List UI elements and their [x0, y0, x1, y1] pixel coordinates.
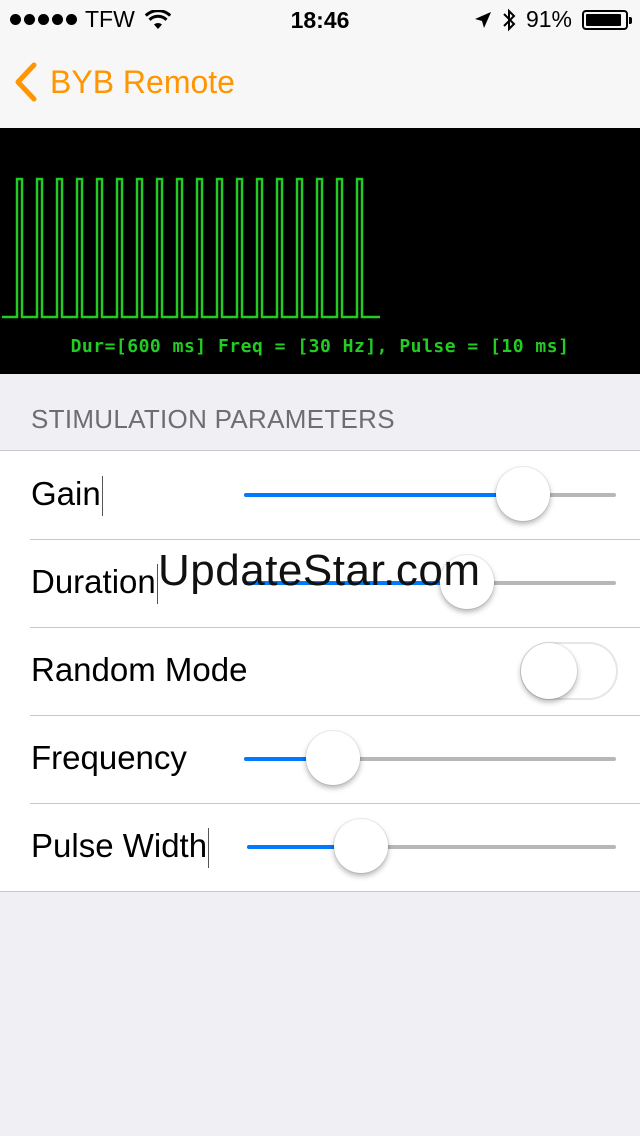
slider-thumb[interactable]: [306, 731, 361, 785]
frequency-slider[interactable]: [244, 731, 616, 787]
text-cursor: [156, 564, 158, 605]
battery-icon: [582, 9, 632, 30]
row-random-mode: Random Mode: [0, 627, 640, 715]
parameters-table: Gain Duration Random Mode Frequency Puls…: [0, 450, 640, 892]
row-frequency: Frequency: [0, 715, 640, 803]
back-button-label: BYB Remote: [50, 63, 235, 100]
slider-thumb[interactable]: [496, 467, 550, 521]
pulse-train-plot: [2, 177, 380, 319]
bluetooth-icon: [503, 8, 516, 31]
battery-fill: [586, 13, 621, 26]
navigation-bar: BYB Remote: [0, 40, 640, 128]
slider-fill: [244, 581, 468, 585]
section-header: STIMULATION PARAMETERS: [31, 404, 395, 434]
frequency-label: Frequency: [31, 739, 187, 776]
slider-fill: [244, 493, 523, 497]
stimulation-preview: Dur=[600 ms] Freq = [30 Hz], Pulse = [10…: [0, 128, 640, 374]
location-arrow-icon: [474, 11, 491, 28]
duration-label: Duration: [31, 563, 158, 605]
row-pulse-width: Pulse Width: [0, 803, 640, 891]
random-mode-label: Random Mode: [31, 651, 248, 688]
pulse-width-slider[interactable]: [247, 819, 616, 875]
slider-thumb[interactable]: [440, 555, 495, 609]
random-mode-switch[interactable]: [520, 642, 618, 700]
row-gain: Gain: [0, 451, 640, 539]
status-bar: TFW 18:46 91%: [0, 0, 640, 40]
duration-slider[interactable]: [244, 555, 616, 611]
stimulation-summary: Dur=[600 ms] Freq = [30 Hz], Pulse = [10…: [70, 336, 570, 357]
gain-slider[interactable]: [244, 467, 616, 523]
text-cursor: [208, 828, 210, 869]
slider-thumb[interactable]: [334, 819, 389, 873]
switch-knob: [521, 643, 577, 699]
chevron-left-icon: [15, 62, 37, 102]
text-cursor: [101, 476, 103, 517]
row-duration: Duration: [0, 539, 640, 627]
battery-percent: 91%: [525, 6, 572, 32]
status-right: 91%: [474, 6, 632, 33]
pulse-width-label: Pulse Width: [31, 827, 210, 869]
gain-label: Gain: [31, 475, 103, 517]
back-button[interactable]: BYB Remote: [14, 62, 235, 102]
